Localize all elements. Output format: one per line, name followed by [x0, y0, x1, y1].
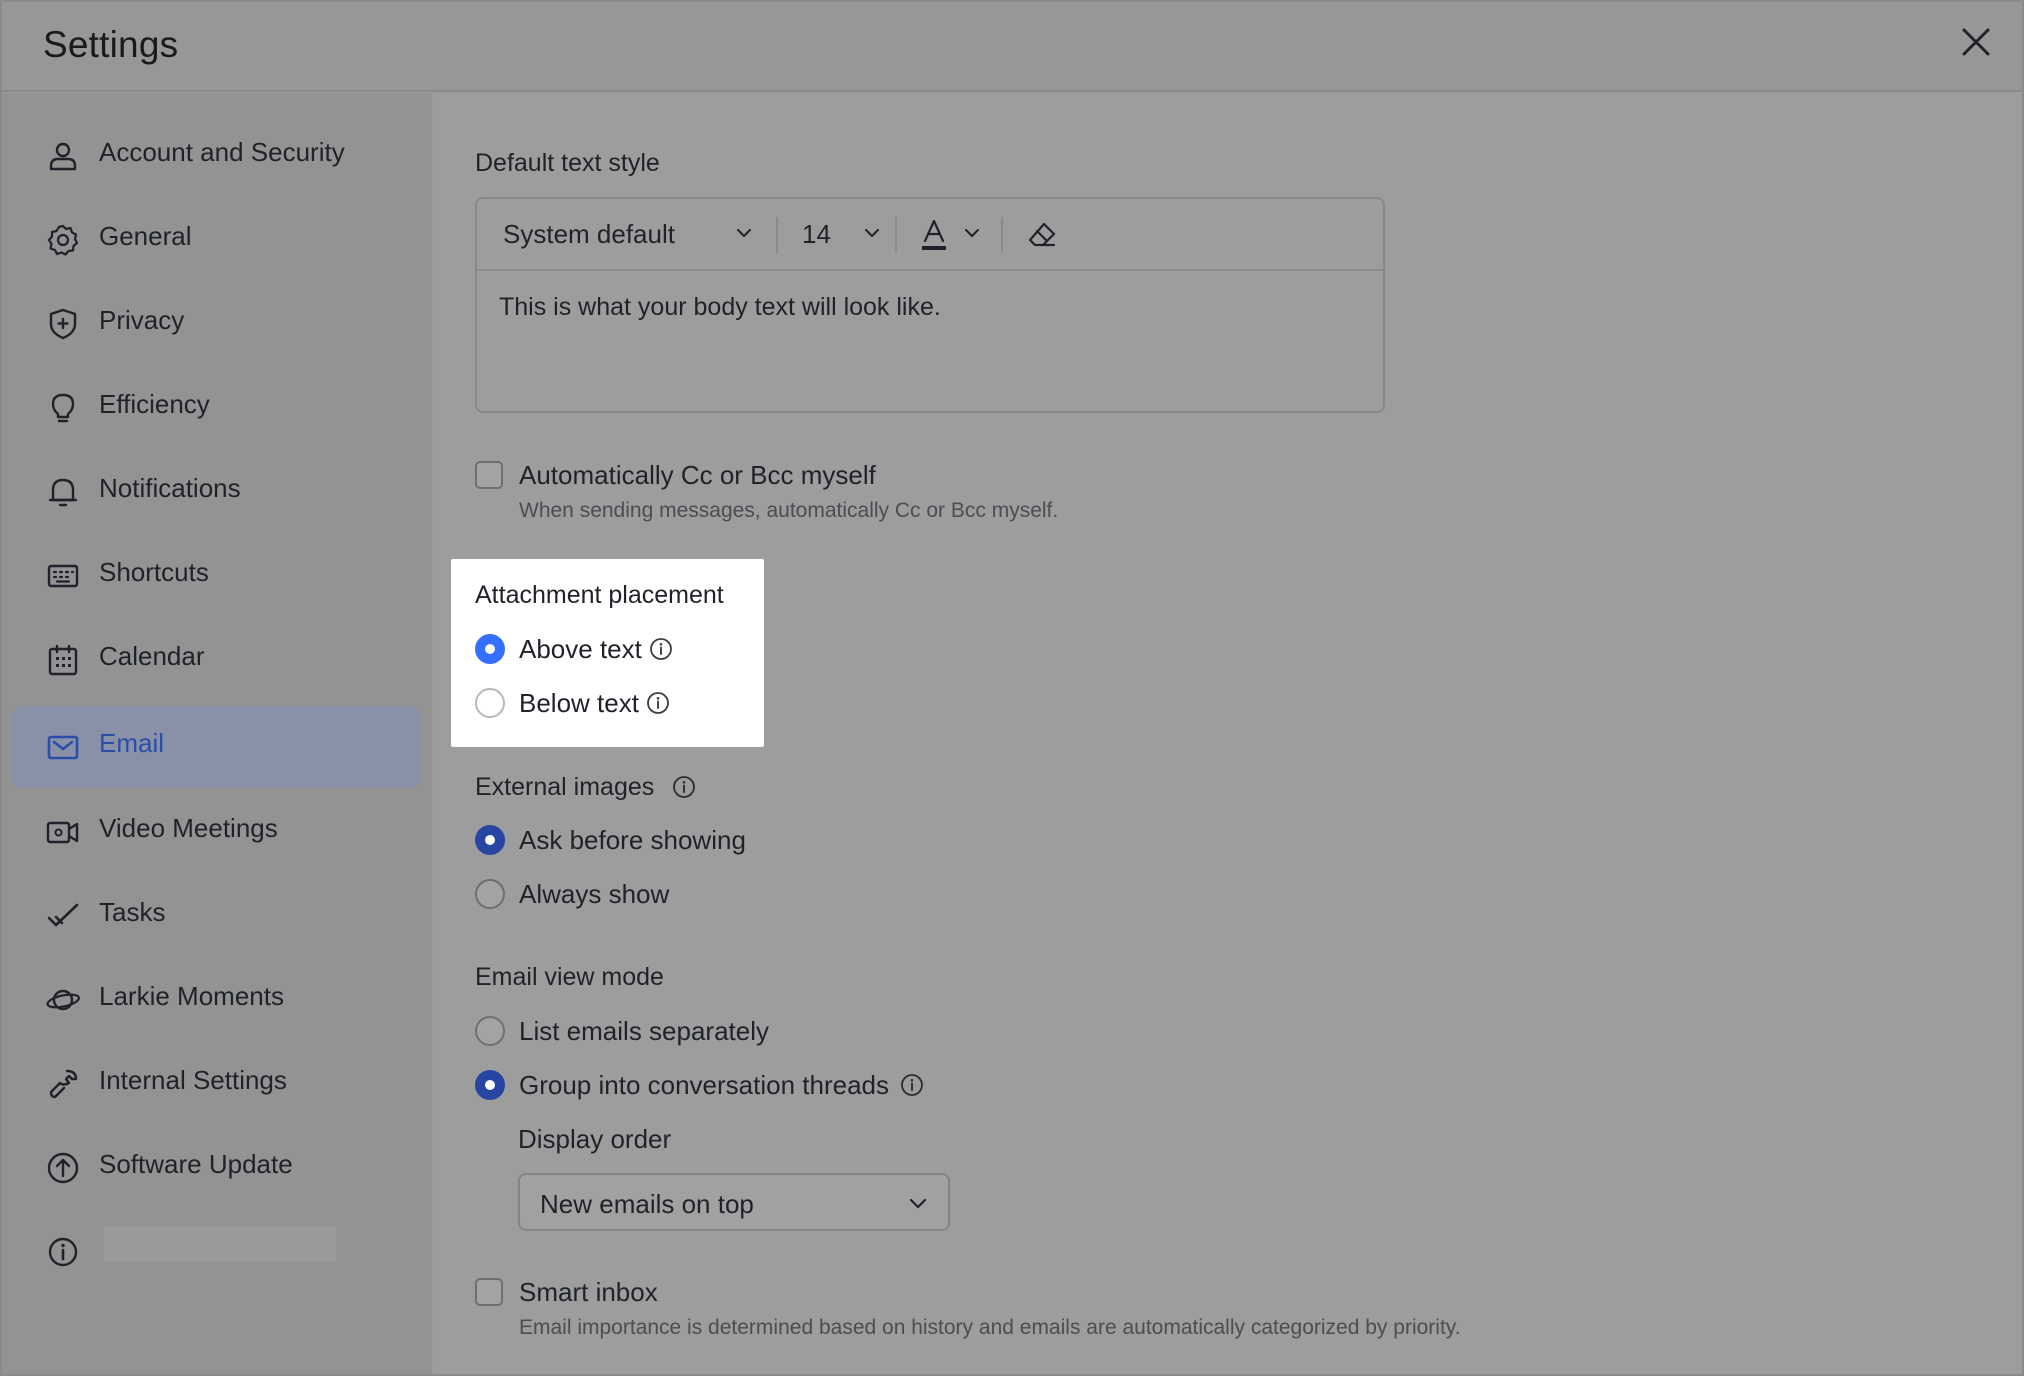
above-text-label: Above text — [519, 634, 642, 664]
chevron-down-icon[interactable] — [959, 220, 985, 246]
body-text-preview: This is what your body text will look li… — [499, 293, 941, 321]
info-icon — [48, 1237, 78, 1267]
toolbar-divider — [776, 217, 778, 253]
wrench-icon — [49, 1069, 78, 1099]
chevron-down-icon[interactable] — [859, 220, 885, 246]
calendar-icon — [48, 644, 78, 676]
upload-arrow-icon — [47, 1152, 79, 1184]
display-order-label: Display order — [518, 1124, 672, 1154]
sidebar-item-privacy[interactable]: Privacy — [11, 283, 421, 365]
sidebar-item-label: Software Update — [99, 1149, 293, 1179]
email-settings-panel: Default text style System default 14 Thi… — [434, 93, 2022, 1374]
title-bar: Settings — [2, 2, 2022, 92]
below-text-label: Below text — [519, 688, 639, 718]
always-show-label: Always show — [519, 879, 670, 909]
text-style-toolbar: System default 14 — [477, 199, 1383, 271]
below-text-radio[interactable] — [475, 688, 505, 718]
sidebar-item-label: Email — [99, 728, 165, 758]
settings-window: Settings Account and Security General Pr… — [0, 0, 2024, 1376]
sidebar-item-general[interactable]: General — [11, 199, 421, 281]
keyboard-icon — [47, 564, 79, 588]
above-text-radio[interactable] — [475, 634, 505, 664]
sidebar-item-tasks[interactable]: Tasks — [11, 875, 421, 957]
list-separately-label: List emails separately — [519, 1016, 769, 1046]
chevron-down-icon — [909, 1198, 927, 1209]
sidebar-item-label: Calendar — [99, 641, 205, 671]
sidebar-item-account-security[interactable]: Account and Security — [11, 115, 421, 197]
sidebar-item-label: General — [99, 221, 192, 251]
attachment-placement-title: Attachment placement — [475, 581, 724, 609]
info-icon[interactable] — [646, 691, 670, 715]
close-icon — [1962, 28, 1990, 56]
gear-icon — [47, 224, 79, 256]
sidebar-item-label: Larkie Moments — [99, 981, 284, 1011]
smart-inbox-description: Email importance is determined based on … — [519, 1316, 1461, 1339]
ask-before-showing-radio[interactable] — [475, 825, 505, 855]
check-icon — [47, 903, 79, 927]
window-title: Settings — [43, 24, 179, 65]
group-threads-radio[interactable] — [475, 1070, 505, 1100]
info-icon[interactable] — [900, 1073, 924, 1097]
list-separately-radio[interactable] — [475, 1016, 505, 1046]
shield-icon — [49, 308, 77, 340]
always-show-radio[interactable] — [475, 879, 505, 909]
smart-inbox-checkbox[interactable] — [475, 1278, 503, 1306]
font-family-select[interactable]: System default — [503, 219, 675, 250]
display-order-select[interactable]: New emails on top — [518, 1173, 950, 1231]
smart-inbox-label: Smart inbox — [519, 1277, 658, 1307]
group-threads-label: Group into conversation threads — [519, 1070, 889, 1100]
text-color-icon[interactable] — [917, 217, 951, 253]
mail-icon — [47, 735, 79, 760]
ask-before-showing-label: Ask before showing — [519, 825, 746, 855]
person-icon — [49, 142, 77, 171]
sidebar-item-label: Video Meetings — [99, 813, 278, 843]
sidebar-item-video-meetings[interactable]: Video Meetings — [11, 791, 421, 873]
toolbar-divider — [895, 217, 897, 253]
sidebar-item-label: Internal Settings — [99, 1065, 287, 1095]
sidebar-item-shortcuts[interactable]: Shortcuts — [11, 535, 421, 617]
sidebar-item-internal-settings[interactable]: Internal Settings — [11, 1043, 421, 1125]
sidebar-item-label: Tasks — [99, 897, 166, 927]
info-icon[interactable] — [672, 775, 696, 799]
toolbar-divider — [1001, 217, 1003, 253]
sidebar-item-calendar[interactable]: Calendar — [11, 619, 421, 701]
planet-icon — [46, 989, 80, 1011]
version-placeholder — [104, 1226, 336, 1262]
info-icon[interactable] — [649, 637, 673, 661]
sidebar-item-notifications[interactable]: Notifications — [11, 451, 421, 533]
sidebar-item-about[interactable] — [11, 1211, 421, 1293]
lightbulb-icon — [51, 393, 75, 423]
sidebar-item-label: Shortcuts — [99, 557, 209, 587]
video-icon — [46, 821, 79, 844]
sidebar-item-software-update[interactable]: Software Update — [11, 1127, 421, 1209]
sidebar-item-label: Account and Security — [99, 137, 345, 167]
auto-cc-label: Automatically Cc or Bcc myself — [519, 460, 876, 490]
sidebar: Account and Security General Privacy Eff… — [2, 93, 432, 1374]
chevron-down-icon[interactable] — [731, 220, 757, 246]
sidebar-item-label: Privacy — [99, 305, 185, 335]
text-style-editor: System default 14 This is what your body… — [475, 197, 1385, 413]
display-order-value: New emails on top — [540, 1189, 754, 1219]
sidebar-item-label: Efficiency — [99, 389, 210, 419]
sidebar-item-label: Notifications — [99, 473, 241, 503]
sidebar-item-efficiency[interactable]: Efficiency — [11, 367, 421, 449]
auto-cc-description: When sending messages, automatically Cc … — [519, 499, 1059, 522]
email-view-mode-title: Email view mode — [475, 963, 664, 991]
close-button[interactable] — [1958, 24, 1994, 60]
attachment-placement-section: Attachment placement Above text Below te… — [451, 559, 764, 747]
default-text-style-title: Default text style — [475, 149, 660, 177]
auto-cc-checkbox[interactable] — [475, 461, 503, 489]
eraser-icon[interactable] — [1026, 219, 1058, 251]
sidebar-item-larkie-moments[interactable]: Larkie Moments — [11, 959, 421, 1041]
sidebar-item-email[interactable]: Email — [11, 706, 421, 788]
font-size-select[interactable]: 14 — [802, 219, 831, 250]
bell-icon — [48, 478, 78, 507]
external-images-title: External images — [475, 773, 655, 801]
